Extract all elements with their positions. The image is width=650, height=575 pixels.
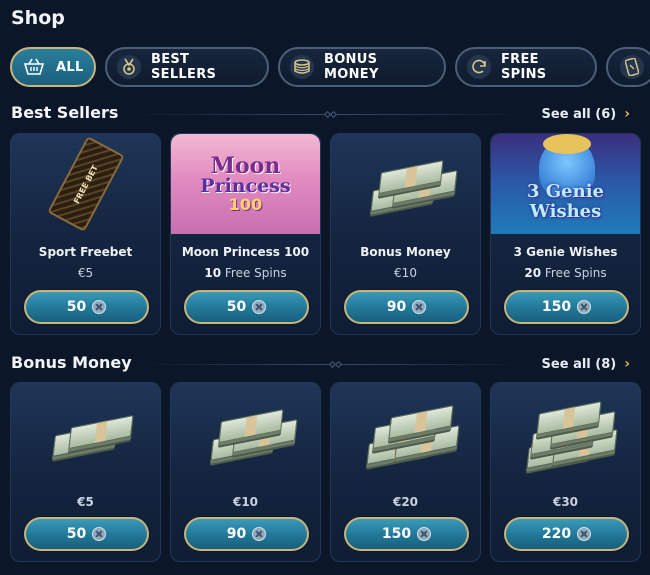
chevron-right-icon: › [624,356,630,372]
product-card-moon-princess-100[interactable]: Moon Princess 100 Moon Princess 100 10 F… [170,133,321,335]
freebet-ticket-image: FREE BET [11,134,160,234]
price-label: 90 [386,299,407,315]
price-label: 150 [381,526,412,542]
product-card-sport-freebet[interactable]: FREE BET Sport Freebet €5 50 [10,133,161,335]
chevron-right-icon: › [624,106,630,122]
product-value: €5 [77,266,94,280]
coin-icon [252,527,267,541]
buy-button[interactable]: 50 [24,290,149,324]
filter-chip-more[interactable] [606,47,650,87]
product-value: €30 [552,495,579,509]
product-value: €20 [392,495,419,509]
bonus-card-20[interactable]: €20 150 [330,382,481,562]
see-all-label: See all (6) [541,106,617,122]
coin-icon [252,300,267,314]
product-free-spins: 10 Free Spins [204,266,287,280]
filter-bar: ALL BEST SELLERS BONUS MONEY FREE SPINS [10,47,650,87]
price-label: 50 [226,299,247,315]
product-free-spins: 20 Free Spins [524,266,607,280]
page-title: Shop [11,7,65,29]
product-value: €10 [394,266,417,280]
bonus-card-5[interactable]: €5 50 [10,382,161,562]
filter-chip-bonus-money[interactable]: BONUS MONEY [278,47,446,87]
product-card-3-genie-wishes[interactable]: 3 Genie Wishes 3 Genie Wishes 20 Free Spi… [490,133,641,335]
filter-chip-label: FREE SPINS [501,52,547,82]
filter-chip-label: ALL [56,59,84,75]
basket-icon [22,55,46,79]
buy-button[interactable]: 220 [504,517,629,551]
coin-icon [412,300,427,314]
product-name: Moon Princess 100 [181,245,310,259]
filter-chip-label: BONUS MONEY [324,52,379,82]
price-label: 50 [66,299,87,315]
coin-icon [577,300,592,314]
price-label: 90 [226,526,247,542]
see-all-label: See all (8) [541,356,617,372]
see-all-bonus-money-link[interactable]: See all (8) › [542,356,630,372]
bonus-card-10[interactable]: €10 90 [170,382,321,562]
filter-chip-best-sellers[interactable]: BEST SELLERS [105,47,269,87]
genie-wishes-image: 3 Genie Wishes [491,134,640,234]
section-divider [130,110,530,118]
filter-chip-label: BEST SELLERS [151,52,217,82]
section-title-bonus-money: Bonus Money [11,353,132,372]
buy-button[interactable]: 150 [504,290,629,324]
cash-stack-image [11,383,160,483]
filter-chip-all[interactable]: ALL [10,47,96,87]
bonus-card-30[interactable]: €30 220 [490,382,641,562]
see-all-best-sellers-link[interactable]: See all (6) › [542,106,630,122]
refresh-icon [467,55,491,79]
medal-icon [117,55,141,79]
product-card-bonus-money[interactable]: Bonus Money €10 90 [330,133,481,335]
cash-stack-image [331,134,480,234]
product-value: €10 [232,495,259,509]
filter-chip-free-spins[interactable]: FREE SPINS [455,47,597,87]
price-label: 50 [66,526,87,542]
section-divider [140,360,530,368]
buy-button[interactable]: 90 [184,517,309,551]
coin-icon [577,527,592,541]
coin-icon [417,527,432,541]
cash-stack-image [491,383,640,483]
buy-button[interactable]: 150 [344,517,469,551]
coin-icon [92,527,107,541]
buy-button[interactable]: 50 [24,517,149,551]
cash-stack-image [331,383,480,483]
section-title-best-sellers: Best Sellers [11,103,119,122]
product-value: €5 [77,495,94,509]
buy-button[interactable]: 90 [344,290,469,324]
coin-stack-icon [290,55,314,79]
price-label: 220 [541,526,572,542]
buy-button[interactable]: 50 [184,290,309,324]
price-label: 150 [541,299,572,315]
product-name: Sport Freebet [38,245,133,259]
coin-icon [92,300,107,314]
cash-stack-image [171,383,320,483]
moon-princess-image: Moon Princess 100 [171,134,320,234]
product-name: Bonus Money [360,245,451,259]
product-name: 3 Genie Wishes [513,245,618,259]
ticket-icon [620,55,644,79]
